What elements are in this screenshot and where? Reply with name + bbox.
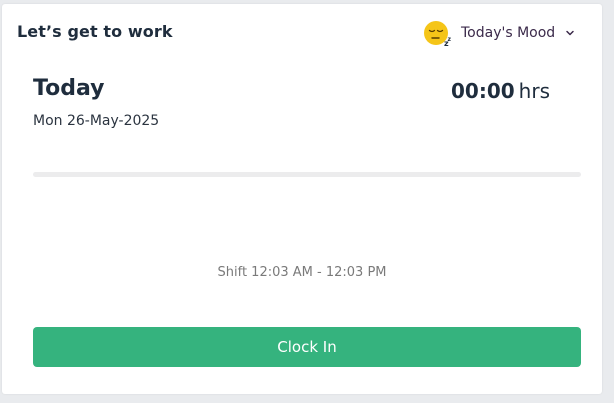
sleepy-face-icon: z z (424, 21, 452, 47)
chevron-down-icon (566, 30, 574, 36)
card-header: Let’s get to work z z Today's Mood (2, 4, 602, 60)
shift-timing: Shift 12:03 AM - 12:03 PM (217, 265, 387, 280)
mood-dropdown[interactable]: z z Today's Mood (423, 18, 575, 48)
hours-unit: hrs (518, 79, 550, 103)
today-heading: Today (33, 76, 105, 101)
attendance-card: Let’s get to work z z Today's Mood Today… (2, 4, 602, 394)
clock-in-button[interactable]: Clock In (33, 327, 581, 367)
hours-worked: 00:00 hrs (451, 79, 550, 103)
current-date: Mon 26-May-2025 (33, 113, 160, 129)
card-title: Let’s get to work (17, 22, 173, 41)
mood-label: Today's Mood (461, 25, 556, 41)
hours-value: 00:00 (451, 79, 515, 103)
svg-text:z: z (448, 36, 452, 43)
work-progress-bar (33, 172, 581, 177)
